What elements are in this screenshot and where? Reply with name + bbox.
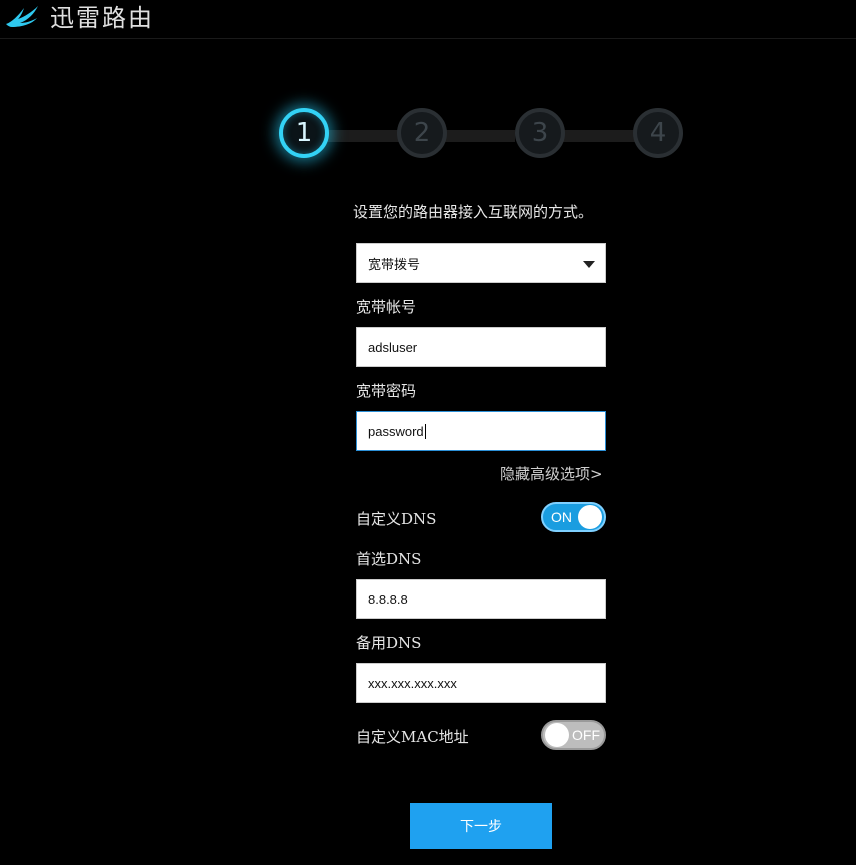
password-input[interactable]: password — [356, 411, 606, 451]
custom-mac-label: 自定义MAC地址 — [356, 728, 469, 746]
toggle-state-text: ON — [551, 509, 572, 525]
account-value: adsluser — [368, 339, 418, 355]
custom-mac-toggle[interactable]: OFF — [541, 720, 606, 750]
instruction-text: 设置您的路由器接入互联网的方式。 — [353, 203, 594, 221]
app-title: 迅雷路由 — [50, 4, 154, 32]
account-label: 宽带帐号 — [356, 298, 417, 316]
step-connector — [560, 130, 635, 142]
thunder-bird-logo-icon — [6, 6, 38, 27]
step-progress: 1 2 3 4 — [275, 106, 687, 166]
connection-type-value: 宽带拨号 — [368, 256, 421, 272]
step-4-indicator: 4 — [633, 108, 683, 158]
title-bar: 迅雷路由 — [0, 0, 856, 39]
secondary-dns-input[interactable]: xxx.xxx.xxx.xxx — [356, 663, 606, 703]
toggle-knob — [578, 505, 602, 529]
custom-dns-label: 自定义DNS — [356, 510, 437, 528]
next-step-button[interactable]: 下一步 — [410, 803, 552, 849]
toggle-knob — [545, 723, 569, 747]
hide-advanced-link[interactable]: 隐藏高级选项> — [500, 463, 603, 484]
password-label: 宽带密码 — [356, 382, 417, 400]
custom-dns-toggle[interactable]: ON — [541, 502, 606, 532]
step-connector — [445, 130, 515, 142]
dropdown-arrow-icon — [583, 261, 595, 268]
text-caret — [424, 423, 426, 439]
toggle-state-text: OFF — [572, 727, 600, 743]
password-value: password — [368, 423, 424, 439]
secondary-dns-placeholder: xxx.xxx.xxx.xxx — [368, 675, 457, 691]
account-input[interactable]: adsluser — [356, 327, 606, 367]
step-connector — [325, 130, 400, 142]
secondary-dns-label: 备用DNS — [356, 634, 422, 652]
step-1-indicator: 1 — [279, 108, 329, 158]
step-2-indicator: 2 — [397, 108, 447, 158]
step-3-indicator: 3 — [515, 108, 565, 158]
primary-dns-input[interactable]: 8.8.8.8 — [356, 579, 606, 619]
primary-dns-label: 首选DNS — [356, 550, 422, 568]
connection-type-select[interactable]: 宽带拨号 — [356, 243, 606, 283]
primary-dns-value: 8.8.8.8 — [368, 591, 408, 607]
